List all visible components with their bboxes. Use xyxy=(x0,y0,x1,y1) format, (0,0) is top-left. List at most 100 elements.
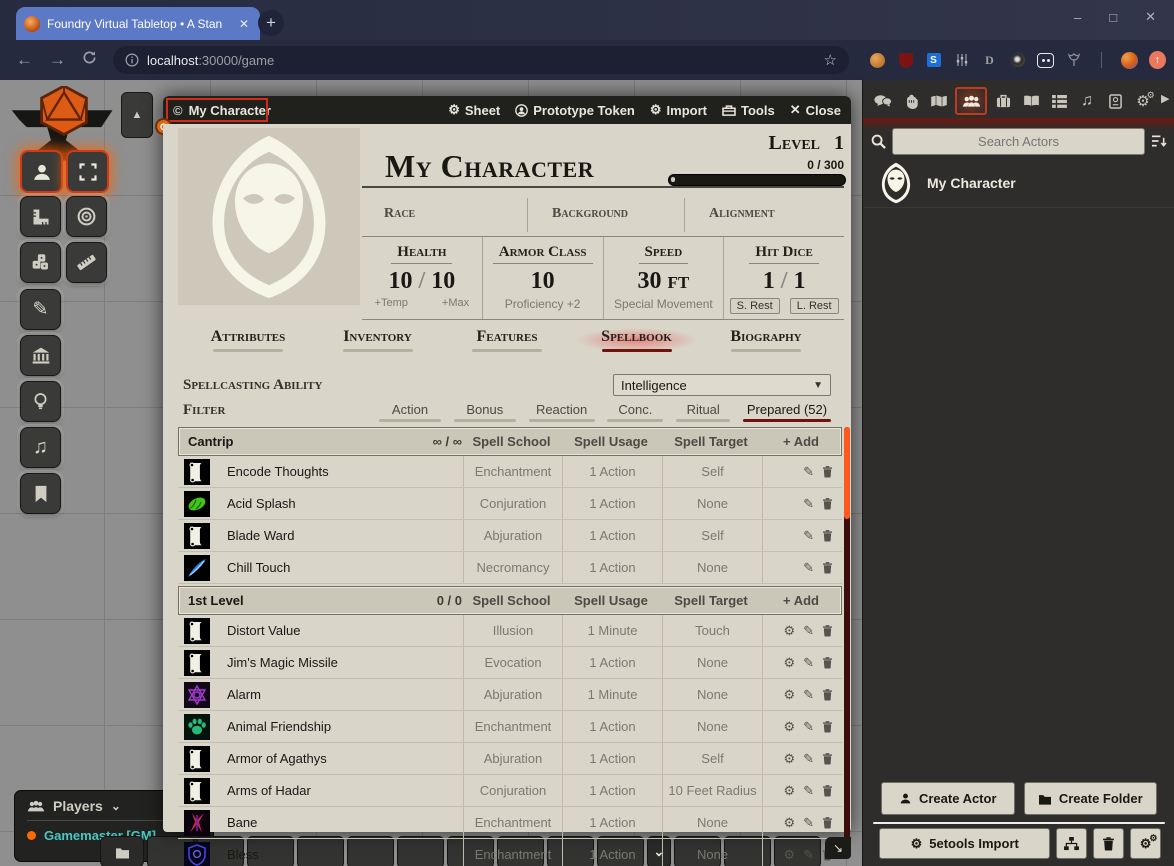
delete-spell-icon[interactable] xyxy=(822,465,833,478)
spell-row-blade-ward[interactable]: Blade Ward Abjuration 1 Action Self ✎ xyxy=(178,520,842,552)
spell-row-bless[interactable]: Bless Enchantment 1 Action None ⚙✎ xyxy=(178,839,842,866)
ruler-square-tool[interactable] xyxy=(20,196,61,237)
lighting-tool[interactable] xyxy=(20,381,61,422)
max-hp-label[interactable]: +Max xyxy=(442,297,469,309)
settings-gears-button[interactable]: ⚙⚙ xyxy=(1130,828,1161,859)
filter-reaction[interactable]: Reaction xyxy=(529,402,595,422)
update-browser-button[interactable]: ↑ xyxy=(1149,52,1166,69)
tab-settings[interactable]: ⚙⚙ xyxy=(1131,88,1155,114)
spell-row-distort-value[interactable]: Distort Value Illusion 1 Minute Touch ⚙✎ xyxy=(178,615,842,647)
window-minimize-button[interactable]: – xyxy=(1074,10,1081,25)
5etools-import-button[interactable]: ⚙ 5etools Import xyxy=(879,828,1050,859)
new-tab-button[interactable]: + xyxy=(258,10,284,36)
edit-spell-icon[interactable]: ✎ xyxy=(803,687,814,703)
macro-folder-button[interactable] xyxy=(100,836,144,866)
window-close-button[interactable]: ✕ xyxy=(1145,9,1156,25)
select-targets-tool[interactable] xyxy=(66,150,109,193)
sidebar-collapse-icon[interactable]: ▶ xyxy=(1161,92,1169,105)
spell-settings-icon[interactable]: ⚙ xyxy=(783,783,795,799)
edit-spell-icon[interactable]: ✎ xyxy=(803,528,814,544)
tab-actors[interactable] xyxy=(955,87,987,115)
filter-prepared[interactable]: Prepared (52) xyxy=(743,402,831,422)
edit-spell-icon[interactable]: ✎ xyxy=(803,655,814,671)
spell-row-acid-splash[interactable]: Acid Splash Conjuration 1 Action None ✎ xyxy=(178,488,842,520)
short-rest-button[interactable]: S. Rest xyxy=(730,298,780,314)
edit-spell-icon[interactable]: ✎ xyxy=(803,464,814,480)
tab-biography[interactable]: Biography xyxy=(705,328,827,352)
spell-settings-icon[interactable]: ⚙ xyxy=(783,655,795,671)
speed-value[interactable]: 30 ft xyxy=(638,268,690,294)
spell-row-chill-touch[interactable]: Chill Touch Necromancy 1 Action None ✎ xyxy=(178,552,842,584)
add-spell-button[interactable]: + Add xyxy=(761,434,841,449)
spell-row-jims-magic-missile[interactable]: Jim's Magic Missile Evocation 1 Action N… xyxy=(178,647,842,679)
add-spell-button[interactable]: + Add xyxy=(761,593,841,608)
hit-dice-stat[interactable]: Hit Dice 1/1 S. Rest L. Rest xyxy=(723,237,844,319)
spell-slots[interactable]: ∞ / ∞ xyxy=(398,434,462,449)
tweaks-extension-icon[interactable] xyxy=(953,52,970,69)
profile-avatar[interactable] xyxy=(1121,52,1138,69)
spell-row-animal-friendship[interactable]: Animal Friendship Enchantment 1 Action N… xyxy=(178,711,842,743)
filter-ritual[interactable]: Ritual xyxy=(676,402,730,422)
delete-spell-icon[interactable] xyxy=(822,816,833,829)
hp-max[interactable]: 10 xyxy=(431,268,455,294)
edit-spell-icon[interactable]: ✎ xyxy=(803,847,814,863)
edit-spell-icon[interactable]: ✎ xyxy=(803,623,814,639)
edit-spell-icon[interactable]: ✎ xyxy=(803,560,814,576)
spell-row-bane[interactable]: Bane Enchantment 1 Action None ⚙✎ xyxy=(178,807,842,839)
tab-close-icon[interactable]: ✕ xyxy=(236,17,252,31)
level-value[interactable]: 1 xyxy=(834,132,844,154)
browser-tab[interactable]: Foundry Virtual Tabletop • A Stan ✕ xyxy=(16,7,260,40)
edit-spell-icon[interactable]: ✎ xyxy=(803,496,814,512)
tab-journal[interactable] xyxy=(1019,88,1043,114)
tab-inventory[interactable]: Inventory xyxy=(317,328,439,352)
actor-list-item[interactable]: My Character xyxy=(863,158,1174,208)
edit-spell-icon[interactable]: ✎ xyxy=(803,783,814,799)
sheet-config-button[interactable]: ⚙Sheet xyxy=(448,102,500,118)
filter-concentration[interactable]: Conc. xyxy=(607,402,663,422)
import-button[interactable]: ⚙Import xyxy=(650,102,707,118)
spell-settings-icon[interactable]: ⚙ xyxy=(783,623,795,639)
tab-rollable-tables[interactable] xyxy=(1047,88,1071,114)
delete-spell-icon[interactable] xyxy=(822,497,833,510)
tab-features[interactable]: Features xyxy=(446,328,568,352)
edit-spell-icon[interactable]: ✎ xyxy=(803,719,814,735)
cookie-extension-icon[interactable] xyxy=(869,52,886,69)
ac-value[interactable]: 10 xyxy=(531,268,555,294)
delete-spell-icon[interactable] xyxy=(822,656,833,669)
spell-settings-icon[interactable]: ⚙ xyxy=(783,687,795,703)
tab-attributes[interactable]: Attributes xyxy=(187,328,309,352)
folder-tree-button[interactable] xyxy=(1056,828,1087,859)
camera-extension-icon[interactable] xyxy=(1009,52,1026,69)
delete-spell-icon[interactable] xyxy=(822,720,833,733)
d-extension-icon[interactable]: D xyxy=(981,52,998,69)
collapse-toolbar-button[interactable]: ▲ xyxy=(121,92,153,138)
speed-stat[interactable]: Speed 30 ft Special Movement xyxy=(603,237,724,319)
armor-class-stat[interactable]: Armor Class 10 Proficiency +2 xyxy=(482,237,603,319)
tools-button[interactable]: Tools xyxy=(722,103,775,118)
delete-spell-icon[interactable] xyxy=(822,561,833,574)
delete-spell-icon[interactable] xyxy=(822,529,833,542)
health-stat[interactable]: Health 10/10 +Temp+Max xyxy=(362,237,482,319)
delete-spell-icon[interactable] xyxy=(822,752,833,765)
prototype-token-button[interactable]: Prototype Token xyxy=(515,103,635,118)
special-movement-label[interactable]: Special Movement xyxy=(604,297,724,311)
window-maximize-button[interactable]: □ xyxy=(1109,10,1117,25)
spell-slots[interactable]: 0 / 0 xyxy=(398,593,462,608)
back-button[interactable]: ← xyxy=(16,50,33,70)
spell-row-arms-of-hadar[interactable]: Arms of Hadar Conjuration 1 Action 10 Fe… xyxy=(178,775,842,807)
long-rest-button[interactable]: L. Rest xyxy=(790,298,839,314)
tab-compendium[interactable] xyxy=(1103,88,1127,114)
delete-spell-icon[interactable] xyxy=(822,624,833,637)
temp-hp-label[interactable]: +Temp xyxy=(375,297,408,309)
token-select-tool[interactable] xyxy=(20,150,63,193)
delete-all-button[interactable] xyxy=(1093,828,1124,859)
claw-extension-icon[interactable] xyxy=(1065,52,1082,69)
site-info-icon[interactable] xyxy=(125,53,139,67)
delete-spell-icon[interactable] xyxy=(822,688,833,701)
spell-settings-icon[interactable]: ⚙ xyxy=(783,751,795,767)
create-actor-button[interactable]: Create Actor xyxy=(881,782,1015,815)
tab-spellbook[interactable]: Spellbook xyxy=(576,328,698,352)
background-field[interactable]: Background xyxy=(530,194,682,236)
delete-spell-icon[interactable] xyxy=(822,784,833,797)
reload-button[interactable] xyxy=(82,50,97,70)
